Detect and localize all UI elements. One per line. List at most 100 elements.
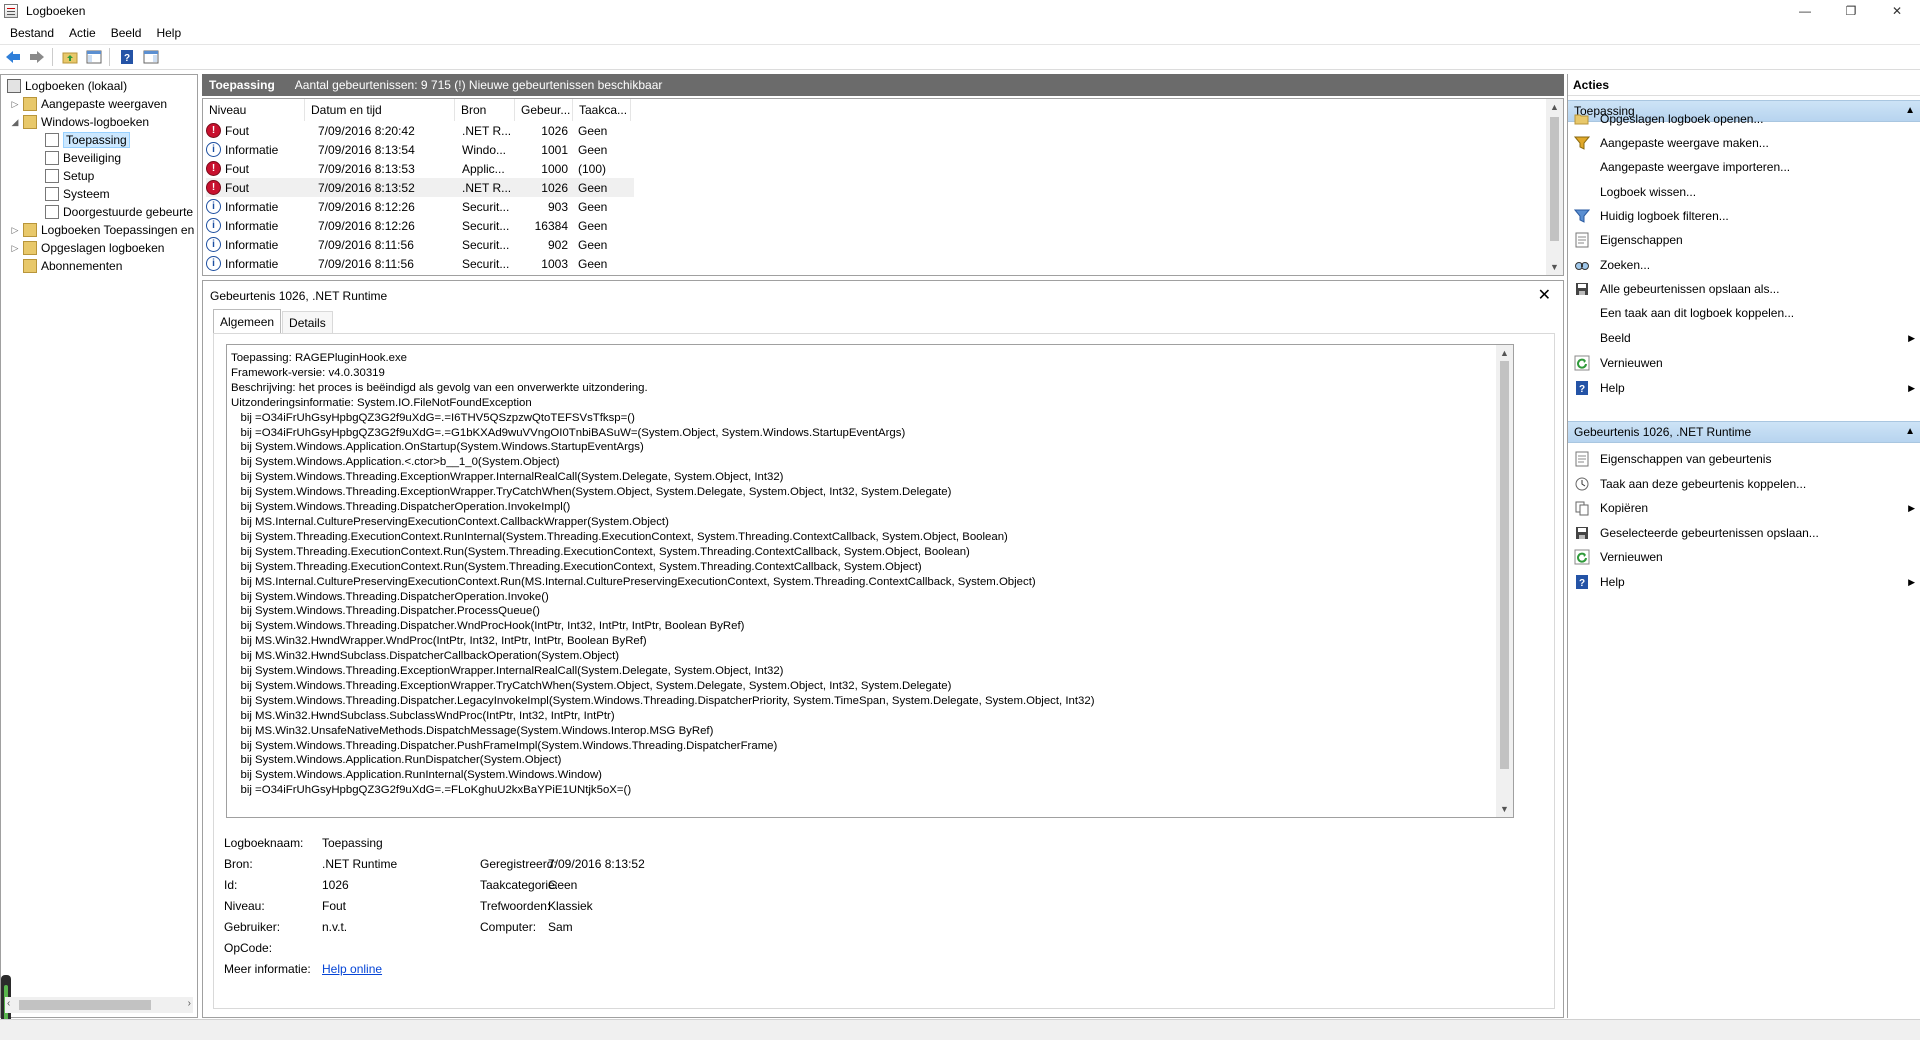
menu-beeld[interactable]: Beeld: [106, 26, 147, 40]
scrollbar-thumb[interactable]: [1550, 117, 1559, 241]
event-row[interactable]: ! Fout 7/09/2016 8:20:42 .NET R... 1026 Geen: [206, 121, 634, 140]
tree-item-saved-logs[interactable]: ▷ Opgeslagen logboeken: [10, 239, 164, 257]
scrollbar-thumb[interactable]: [1500, 361, 1509, 769]
action-item[interactable]: ? Help ▶: [1568, 570, 1920, 594]
collapse-arrow-icon[interactable]: ◢: [10, 117, 20, 128]
show-hide-tree-button[interactable]: [83, 47, 105, 67]
scroll-down-icon[interactable]: ▼: [1546, 259, 1563, 275]
action-item[interactable]: Eigenschappen van gebeurtenis: [1568, 447, 1920, 471]
description-line: Toepassing: RAGEPluginHook.exe: [231, 352, 408, 364]
folder-icon: [23, 97, 37, 111]
tree-item-custom-views[interactable]: ▷ Aangepaste weergaven: [10, 95, 167, 113]
tab-general[interactable]: Algemeen: [213, 309, 282, 333]
action-item[interactable]: Taak aan deze gebeurtenis koppelen...: [1568, 472, 1920, 496]
tree-item-system[interactable]: Systeem: [45, 185, 110, 203]
menu-help[interactable]: Help: [151, 26, 186, 40]
show-hide-action-pane-button[interactable]: [140, 47, 162, 67]
action-item[interactable]: Aangepaste weergave maken...: [1568, 131, 1920, 155]
action-item[interactable]: Geselecteerde gebeurtenissen opslaan...: [1568, 521, 1920, 545]
event-properties-icon: [1574, 451, 1590, 467]
refresh-icon: [1574, 355, 1590, 371]
help-online-link[interactable]: Help online: [322, 962, 382, 976]
event-row[interactable]: i Informatie 7/09/2016 8:12:26 Securit... 16…: [206, 216, 634, 235]
event-row[interactable]: ! Fout 7/09/2016 8:13:53 Applic... 1000 (100): [206, 159, 634, 178]
action-item[interactable]: Vernieuwen: [1568, 545, 1920, 569]
close-detail-icon[interactable]: ✕: [1538, 285, 1551, 305]
tree-item-application[interactable]: Toepassing: [45, 131, 130, 149]
toolbar-separator: [109, 48, 110, 66]
event-list-scrollbar[interactable]: ▲ ▼: [1546, 99, 1563, 275]
tree-item-setup[interactable]: Setup: [45, 167, 94, 185]
actions-section-event[interactable]: Gebeurtenis 1026, .NET Runtime ▲: [1568, 421, 1920, 443]
filter-icon: [1573, 208, 1591, 224]
minimize-button[interactable]: —: [1782, 0, 1828, 22]
description-scrollbar[interactable]: ▲ ▼: [1496, 345, 1513, 817]
action-item[interactable]: Aangepaste weergave importeren...: [1568, 155, 1920, 179]
forward-button[interactable]: [26, 47, 48, 67]
info-icon: i: [206, 199, 221, 214]
expand-arrow-icon[interactable]: ▷: [10, 99, 20, 110]
console-tree-icon: [86, 50, 102, 64]
submenu-arrow-icon: ▶: [1908, 576, 1915, 587]
back-button[interactable]: [2, 47, 24, 67]
tab-details[interactable]: Details: [282, 311, 333, 333]
action-item[interactable]: Logboek wissen...: [1568, 180, 1920, 204]
description-line: bij System.Windows.Application.OnStartup…: [231, 441, 644, 454]
tree-item-security[interactable]: Beveiliging: [45, 149, 121, 167]
scroll-right-icon[interactable]: ›: [188, 998, 191, 1009]
action-item[interactable]: Zoeken...: [1568, 253, 1920, 277]
tree-item-windows-logs[interactable]: ◢ Windows-logboeken: [10, 113, 149, 131]
event-source-cell: Securit...: [462, 237, 510, 252]
action-item[interactable]: Een taak aan dit logboek koppelen...: [1568, 301, 1920, 325]
menu-actie[interactable]: Actie: [64, 26, 101, 40]
scroll-left-icon[interactable]: ‹: [7, 998, 10, 1009]
description-line: bij MS.Internal.CulturePreservingExecuti…: [231, 515, 669, 528]
action-item[interactable]: ? Help ▶: [1568, 376, 1920, 400]
event-description-box[interactable]: Toepassing: RAGEPluginHook.exe Framework-…: [226, 344, 1514, 818]
tree-horizontal-scrollbar[interactable]: ‹ ›: [5, 997, 193, 1013]
event-row[interactable]: i Informatie 7/09/2016 8:11:56 Securit... 10…: [206, 254, 634, 273]
action-item[interactable]: Opgeslagen logboek openen...: [1568, 107, 1920, 131]
event-row[interactable]: i Informatie 7/09/2016 8:13:54 Windo... 1001…: [206, 140, 634, 159]
scroll-up-icon[interactable]: ▲: [1496, 345, 1513, 361]
description-line: bij System.Windows.Threading.Dispatcher.…: [231, 620, 745, 633]
error-icon: !: [206, 123, 221, 138]
restore-button[interactable]: ❐: [1828, 0, 1874, 22]
up-folder-button[interactable]: [59, 47, 81, 67]
column-datetime[interactable]: Datum en tijd: [305, 99, 455, 121]
description-line: bij =O34iFrUhGsyHpbgQZ3G2f9uXdG=.=FLoKgh…: [231, 784, 632, 797]
action-item[interactable]: Alle gebeurtenissen opslaan als...: [1568, 277, 1920, 301]
event-row[interactable]: ! Fout 7/09/2016 8:13:52 .NET R... 1026 Geen: [206, 178, 634, 197]
menu-bestand[interactable]: Bestand: [5, 26, 59, 40]
close-window-button[interactable]: ✕: [1874, 0, 1920, 22]
column-level[interactable]: Niveau: [203, 99, 305, 121]
expand-arrow-icon[interactable]: ▷: [10, 225, 20, 236]
column-event-id[interactable]: Gebeur...: [515, 99, 573, 121]
event-source-cell: Windo...: [462, 142, 507, 157]
action-item[interactable]: Vernieuwen: [1568, 351, 1920, 375]
tree-item-apps-services[interactable]: ▷ Logboeken Toepassingen en: [10, 221, 194, 239]
folder-open-icon: [1574, 111, 1590, 127]
scrollbar-thumb[interactable]: [19, 1000, 151, 1010]
tree-item-subscriptions[interactable]: Abonnementen: [23, 257, 122, 275]
action-item[interactable]: Beeld ▶: [1568, 326, 1920, 350]
scroll-down-icon[interactable]: ▼: [1496, 801, 1513, 817]
event-datetime-cell: 7/09/2016 8:11:56: [318, 237, 414, 252]
description-line: bij System.Windows.Threading.Dispatcher.…: [231, 739, 778, 752]
action-item[interactable]: Eigenschappen: [1568, 228, 1920, 252]
column-task-category[interactable]: Taakca...: [573, 99, 631, 121]
tree-item-root[interactable]: Logboeken (lokaal): [7, 77, 127, 95]
collapse-icon[interactable]: ▲: [1905, 426, 1915, 437]
log-icon: [45, 205, 59, 219]
help-button[interactable]: ?: [116, 47, 138, 67]
scroll-up-icon[interactable]: ▲: [1546, 99, 1563, 115]
event-row[interactable]: i Informatie 7/09/2016 8:12:26 Securit... 90…: [206, 197, 634, 216]
column-source[interactable]: Bron: [455, 99, 515, 121]
folder-icon: [23, 223, 37, 237]
expand-arrow-icon[interactable]: ▷: [10, 243, 20, 254]
action-item[interactable]: Kopiëren ▶: [1568, 496, 1920, 520]
action-item[interactable]: Huidig logboek filteren...: [1568, 204, 1920, 228]
properties-icon: [1574, 232, 1590, 248]
tree-item-forwarded-events[interactable]: Doorgestuurde gebeurte: [45, 203, 193, 221]
event-row[interactable]: i Informatie 7/09/2016 8:11:56 Securit... 90…: [206, 235, 634, 254]
